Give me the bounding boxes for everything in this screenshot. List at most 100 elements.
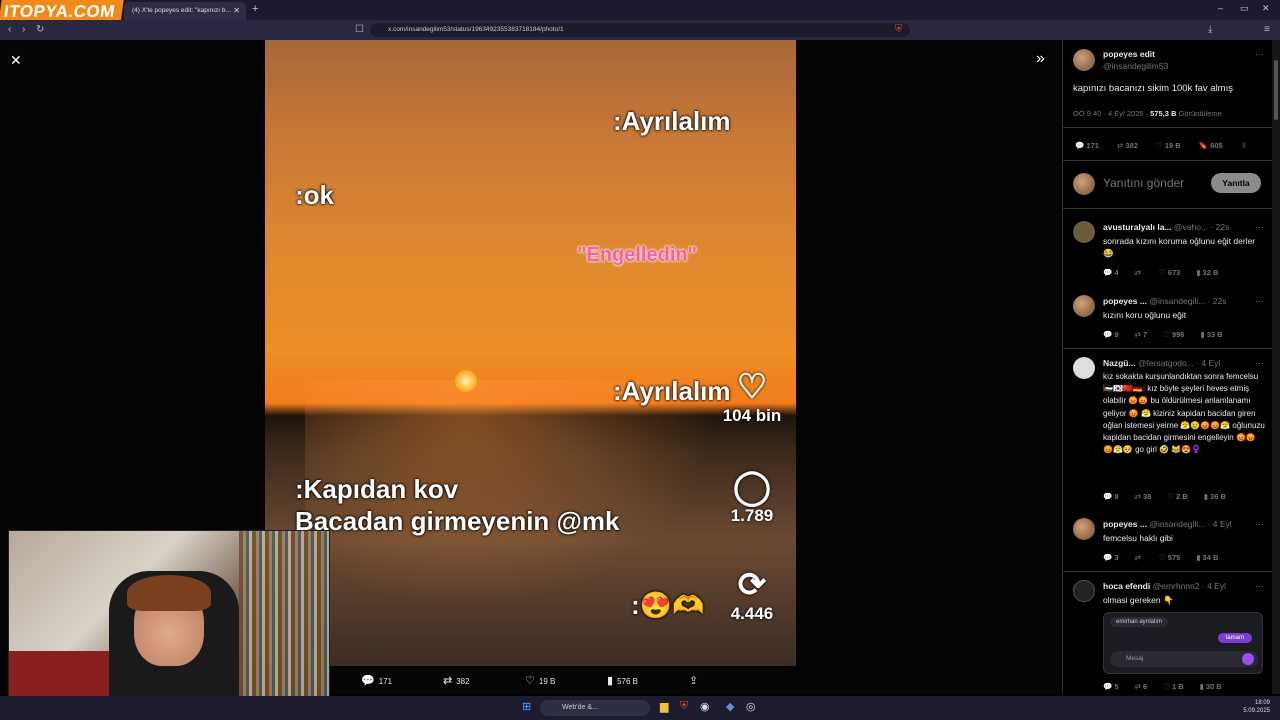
taskbar-search[interactable]: Web'de &... <box>540 700 650 716</box>
new-tab-icon[interactable]: + <box>252 3 258 15</box>
more-icon[interactable]: ··· <box>1255 519 1264 529</box>
obs-icon[interactable]: ◎ <box>746 700 756 713</box>
reply-author[interactable]: popeyes ... @insandegili... · 22s <box>1103 296 1226 306</box>
share-icon[interactable]: ⇪ <box>1241 141 1247 150</box>
folder-icon[interactable]: ▆ <box>660 700 668 713</box>
reply-button[interactable]: Yanıtla <box>1211 173 1261 193</box>
post-handle[interactable]: @insandegilim53 <box>1103 61 1168 71</box>
divider <box>1063 127 1272 128</box>
more-icon[interactable]: ··· <box>1255 581 1264 591</box>
more-icon[interactable]: ··· <box>1255 358 1264 368</box>
share-action[interactable]: ⇪ <box>689 674 702 687</box>
system-clock: 18:09 5.09.2025 <box>1243 699 1270 715</box>
chat-bubble-received: emirhan ayrılalım <box>1110 617 1169 627</box>
share-icon: ⇪ <box>689 675 699 687</box>
comment-bubble-icon: ◯ <box>732 468 772 506</box>
close-window-icon[interactable]: ✕ <box>1262 3 1270 14</box>
repost-icon: ⟳ <box>737 566 767 604</box>
post-text: kapınızı bacanızı sikim 100k fav almış <box>1073 83 1233 94</box>
divider <box>1063 160 1272 161</box>
streamer-hair <box>127 575 211 611</box>
chat-bubble-sent: tamam <box>1217 633 1252 643</box>
browser-icon[interactable]: ⛨ <box>680 700 688 713</box>
heart-icon: ♡ <box>736 368 768 406</box>
avatar[interactable] <box>1073 295 1095 317</box>
menu-icon[interactable]: ≡ <box>1264 24 1270 35</box>
maximize-icon[interactable]: ▭ <box>1240 3 1249 14</box>
scrollbar[interactable] <box>1272 40 1280 694</box>
avatar[interactable] <box>1073 518 1095 540</box>
discord-icon[interactable]: ◆ <box>726 700 734 713</box>
avatar[interactable] <box>1073 49 1095 71</box>
clock-time: 18:09 <box>1254 700 1270 706</box>
overlay-ok: :ok <box>295 180 334 210</box>
reply-text: sonrada kızını koruma oğlunu eğit derler… <box>1103 236 1256 259</box>
minimize-icon[interactable]: – <box>1218 3 1223 13</box>
reply-input[interactable]: Yanıtını gönder <box>1103 177 1184 190</box>
post-views-label: Görüntüleme <box>1176 109 1222 118</box>
divider <box>1063 348 1272 349</box>
reply-action[interactable]: 💬 171 <box>361 674 392 687</box>
reply-text: kızını koru oğlunu eğit <box>1103 310 1187 320</box>
forward-icon[interactable]: › <box>22 24 25 35</box>
windows-start-icon[interactable]: ⊞ <box>522 700 531 713</box>
reply-stats: 💬 8 ⇄ 38 ♡ 2 B ▮ 36 B <box>1103 492 1226 501</box>
like-action[interactable]: ♡ 19 B <box>525 674 555 687</box>
views-action[interactable]: ▮ 576 B <box>607 674 638 687</box>
repost-stat[interactable]: ⇄ 382 <box>1117 141 1138 150</box>
webcam-overlay <box>8 530 330 710</box>
back-icon[interactable]: ‹ <box>8 24 11 35</box>
close-icon[interactable]: ✕ <box>10 52 22 69</box>
shield-icon[interactable]: ⛨ <box>895 24 903 35</box>
reply-stat[interactable]: 💬 171 <box>1075 141 1099 150</box>
reply-stats: 💬 3 ⇄ ♡ 575 ▮ 34 B <box>1103 553 1219 562</box>
reply-count: 171 <box>378 677 393 686</box>
video-repost-count: 4.446 <box>730 604 774 623</box>
video-like-count: 104 bin <box>722 406 782 425</box>
mic-icon <box>1242 653 1254 665</box>
bookmark-stat[interactable]: 🔖 605 <box>1199 141 1223 150</box>
post-meta: ÖÖ 9:40 · 4 Eyl 2025 · 575,3 B Görüntüle… <box>1073 109 1222 118</box>
overlay-bacadan: Bacadan girmeyenin @mk <box>295 506 620 536</box>
heart-icon: ♡ <box>525 675 535 687</box>
views-count: 576 B <box>617 677 638 686</box>
post-views: 575,3 B <box>1150 109 1177 118</box>
browser-tab[interactable]: (4) X'te popeyes edit: "kapınızı b... ✕ <box>124 2 246 20</box>
url-field[interactable]: x.com/insandegilim53/status/196349235538… <box>370 23 910 37</box>
scrollbar-thumb[interactable] <box>1274 60 1278 120</box>
more-icon[interactable]: ··· <box>1255 222 1264 232</box>
photo-action-bar: 💬 171 ⇄ 382 ♡ 19 B ▮ 576 B ⇪ <box>265 668 796 694</box>
post-author[interactable]: popeyes edit <box>1103 49 1155 59</box>
repost-count: 382 <box>456 677 470 686</box>
more-icon[interactable]: ··· <box>1255 296 1264 306</box>
tab-close-icon[interactable]: ✕ <box>233 6 240 15</box>
reply-text: femcelsu haklı gibi <box>1103 533 1173 543</box>
reply-text: kız sokakta kurşunlandıktan sonra femcel… <box>1103 372 1265 455</box>
divider <box>1063 208 1272 209</box>
reply-stats: 💬 4 ⇄ ♡ 673 ▮ 32 B <box>1103 268 1219 277</box>
tweet-panel: popeyes edit @insandegilim53 ··· kapınız… <box>1062 40 1272 694</box>
embedded-image[interactable]: emirhan ayrılalım tamam Mesaj <box>1103 612 1263 674</box>
my-avatar <box>1073 173 1095 195</box>
repost-icon: ⇄ <box>443 675 453 687</box>
avatar[interactable] <box>1073 221 1095 243</box>
reply-author[interactable]: hoca efendi @emrhnnn2 · 4 Eyl <box>1103 581 1226 591</box>
reply-author[interactable]: Nazgü... @fersatgodo... · 4 Eyl <box>1103 358 1220 368</box>
reply-author[interactable]: popeyes ... @insandegili... · 4 Eyl <box>1103 519 1232 529</box>
divider <box>1063 571 1272 572</box>
post-photo[interactable]: :ok :Ayrılalım "Engelledin" :Ayrılalım :… <box>265 40 796 666</box>
bookmark-icon[interactable]: ☐ <box>355 24 364 35</box>
steam-icon[interactable]: ◉ <box>700 700 710 713</box>
views-icon: ▮ <box>607 675 614 687</box>
like-stat[interactable]: ♡ 19 B <box>1156 141 1181 150</box>
reply-author[interactable]: avusturalyalı la... @vaho... · 22s <box>1103 222 1229 232</box>
avatar[interactable] <box>1073 580 1095 602</box>
more-icon[interactable]: ··· <box>1255 49 1264 59</box>
overlay-engelledin: "Engelledin" <box>577 244 698 266</box>
expand-panel-icon[interactable]: » <box>1036 50 1045 68</box>
reload-icon[interactable]: ↻ <box>36 24 44 35</box>
download-icon[interactable]: ⤓ <box>1208 24 1212 35</box>
avatar[interactable] <box>1073 357 1095 379</box>
repost-action[interactable]: ⇄ 382 <box>443 674 470 687</box>
overlay-ayrilalim-top: :Ayrılalım <box>613 106 731 136</box>
